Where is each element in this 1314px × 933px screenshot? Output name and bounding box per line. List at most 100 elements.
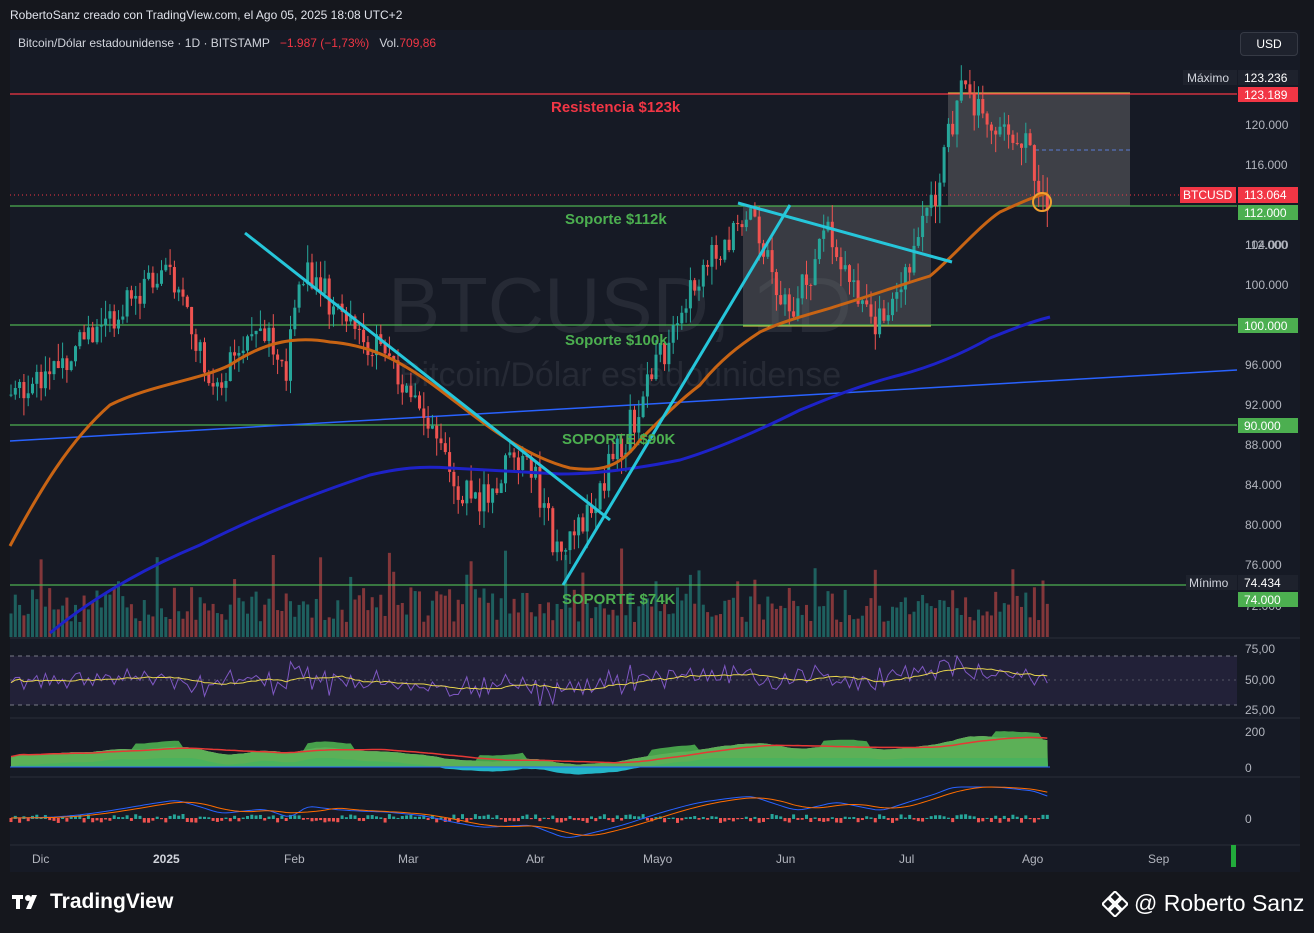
- candle-body: [387, 353, 391, 356]
- volume-bar: [994, 591, 998, 637]
- volume-bar: [878, 605, 882, 637]
- volume-bar: [1002, 603, 1006, 637]
- candle-body: [723, 239, 727, 260]
- currency-selector[interactable]: USD: [1240, 32, 1298, 56]
- volume-bar: [344, 621, 348, 637]
- volume-bar: [435, 591, 439, 637]
- macd-histogram-bar: [895, 818, 899, 821]
- volume-bar: [925, 603, 929, 637]
- x-tick-label: Mayo: [643, 852, 673, 866]
- candle-body: [323, 278, 327, 294]
- volume-bar: [727, 599, 731, 637]
- macd-histogram-bar: [740, 818, 744, 820]
- volume-bar: [104, 592, 108, 637]
- volume-bar: [817, 606, 821, 637]
- macd-histogram-bar: [512, 818, 516, 822]
- macd-histogram-bar: [577, 818, 581, 821]
- volume-bar: [762, 619, 765, 637]
- volume-bar: [392, 571, 396, 637]
- volume-bar: [766, 596, 770, 637]
- annotation-support-112k: Soporte $112k: [565, 211, 667, 228]
- volume-bar: [461, 604, 464, 637]
- macd-histogram-bar: [357, 818, 361, 821]
- macd-histogram-bar: [95, 818, 99, 821]
- macd-histogram-bar: [516, 818, 520, 822]
- candle-body: [1024, 133, 1028, 148]
- macd-histogram-bar: [405, 815, 409, 819]
- candle-body: [916, 237, 920, 246]
- volume-bar: [770, 603, 774, 637]
- candle-body: [1032, 145, 1036, 181]
- volume-bar: [779, 605, 783, 637]
- author-credit: @ Roberto Sanz: [1102, 890, 1304, 917]
- macd-histogram-bar: [805, 814, 808, 819]
- x-tick-label: Abr: [526, 852, 545, 866]
- y-tick-label: 120.000: [1245, 118, 1289, 132]
- macd-histogram-bar: [353, 815, 357, 819]
- candle-body: [203, 342, 206, 373]
- volume-bar: [138, 620, 142, 637]
- symbol-legend[interactable]: Bitcoin/Dólar estadounidense · 1D · BITS…: [18, 36, 436, 50]
- candle-body: [779, 295, 783, 305]
- candle-body: [22, 381, 26, 399]
- volume-bar: [52, 609, 56, 637]
- macd-histogram-bar: [82, 818, 86, 823]
- resistance-value: 123.189: [1244, 88, 1288, 102]
- macd-histogram-bar: [624, 814, 628, 819]
- volume-bar: [439, 594, 443, 637]
- volume-bar: [379, 594, 383, 637]
- macd-histogram-bar: [233, 815, 237, 819]
- candle-body: [581, 517, 585, 532]
- macd-histogram-bar: [461, 814, 464, 819]
- volume-bar: [482, 588, 486, 637]
- candle-body: [95, 326, 99, 343]
- macd-histogram-bar: [547, 818, 550, 820]
- x-tick-label: Ago: [1022, 852, 1044, 866]
- volume-bar: [559, 609, 563, 637]
- volume-bar: [198, 597, 202, 637]
- candle-body: [293, 307, 297, 330]
- macd-histogram-bar: [839, 818, 843, 823]
- candle-body: [710, 244, 714, 267]
- macd-histogram-bar: [899, 814, 903, 819]
- time-axis[interactable]: Dic 2025 Feb Mar Abr Mayo Jun Jul Ago Se…: [32, 852, 1170, 866]
- volume-bar: [989, 615, 993, 637]
- macd-histogram: [9, 814, 1049, 823]
- y-tick-label: 92.000: [1245, 398, 1282, 412]
- rsi-tick-label: 75,00: [1245, 642, 1275, 656]
- macd-histogram-bar: [293, 815, 297, 819]
- volume-bar: [813, 568, 817, 637]
- macd-histogram-bar: [994, 815, 998, 819]
- macd-histogram-bar: [749, 818, 753, 822]
- candle-body: [839, 257, 843, 270]
- volume-bar: [740, 616, 744, 637]
- macd-histogram-bar: [220, 818, 224, 821]
- volume-bar: [805, 604, 808, 637]
- candle-body: [680, 312, 684, 324]
- volume-bar: [82, 595, 86, 637]
- volume-bar: [869, 598, 873, 637]
- volume-bar: [908, 614, 912, 637]
- candle-body: [177, 289, 181, 293]
- candle-body: [667, 342, 671, 365]
- macd-histogram-bar: [822, 818, 826, 822]
- candle-body: [495, 488, 499, 493]
- macd-histogram-bar: [52, 818, 56, 821]
- scroll-to-realtime-marker[interactable]: [1231, 845, 1236, 867]
- candle-body: [929, 194, 933, 208]
- macd-histogram-bar: [332, 818, 335, 822]
- macd-histogram-bar: [1028, 818, 1032, 820]
- macd-histogram-bar: [1015, 816, 1019, 819]
- candle-body: [985, 113, 989, 125]
- annotation-support-74k: SOPORTE $74K: [562, 591, 676, 608]
- candle-body: [301, 284, 305, 286]
- candle-body: [701, 264, 705, 287]
- volume-bar: [663, 604, 667, 637]
- volume-bar: [39, 559, 43, 637]
- macd-histogram-bar: [198, 816, 202, 819]
- price-chart[interactable]: BTCUSD, 1D Bitcoin/Dólar estadounidense …: [0, 0, 1314, 933]
- candle-body: [147, 272, 151, 279]
- volume-bar: [508, 613, 512, 637]
- candle-body: [452, 471, 456, 487]
- volume-bar: [142, 600, 146, 637]
